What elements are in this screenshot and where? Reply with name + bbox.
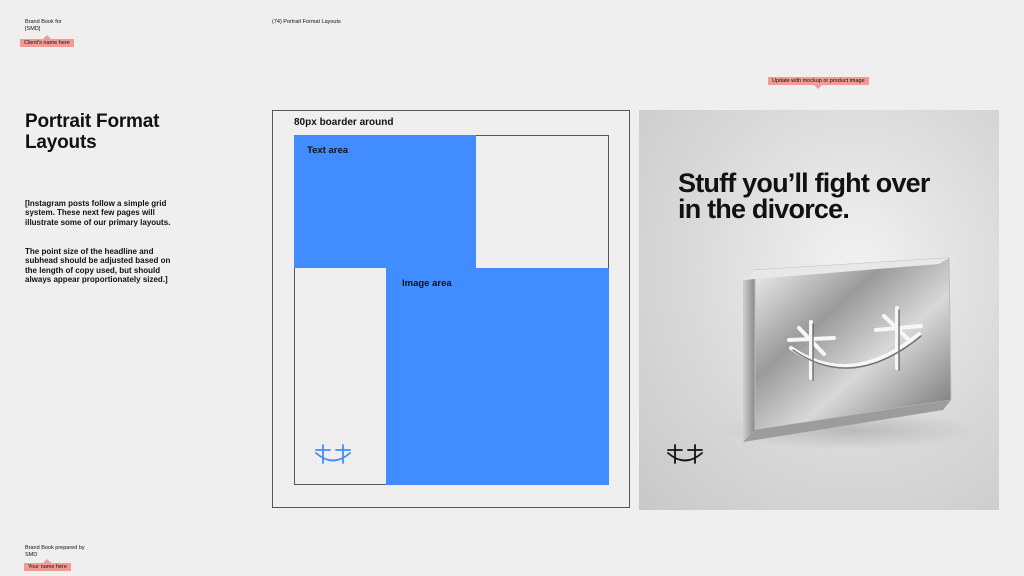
image-area-top-edge <box>475 268 609 269</box>
brand-book-label: Brand Book for [SMD] <box>25 19 62 32</box>
image-area-block <box>386 268 609 485</box>
page-label: (74) Portrait Format Layouts <box>272 19 341 25</box>
photo-headline: Stuff you’ll fight over in the divorce. <box>678 168 930 224</box>
brand-book-for-text: Brand Book for <box>25 19 62 25</box>
border-label: 80px boarder around <box>294 117 394 128</box>
sizing-paragraph: The point size of the headline and subhe… <box>25 247 171 285</box>
photo-headline-line1: Stuff you’ll fight over <box>678 168 930 198</box>
photo-headline-line2: in the divorce. <box>678 194 850 224</box>
prepared-by-text: Brand Book prepared by <box>25 545 85 551</box>
page-title: Portrait Format Layouts <box>25 111 205 153</box>
brand-logo-icon <box>667 444 703 464</box>
image-area-label: Image area <box>402 278 452 289</box>
smile-logo-icon <box>315 444 351 464</box>
client-name-tag[interactable]: Client's name here <box>20 35 74 47</box>
prepared-by-label: Brand Book prepared by SMD <box>25 545 85 558</box>
acrylic-block-logo-icon <box>743 257 952 442</box>
intro-paragraph: [Instagram posts follow a simple grid sy… <box>25 199 171 227</box>
prepared-brand-text: SMD <box>25 551 38 558</box>
text-area-label: Text area <box>307 145 349 156</box>
page-title-line2: Layouts <box>25 132 97 153</box>
mockup-update-tag[interactable]: Update with mockup or product image <box>768 77 869 89</box>
your-name-tag[interactable]: Your name here <box>24 559 71 571</box>
brand-name-text: [SMD] <box>25 25 41 32</box>
page-title-line1: Portrait Format <box>25 111 160 132</box>
